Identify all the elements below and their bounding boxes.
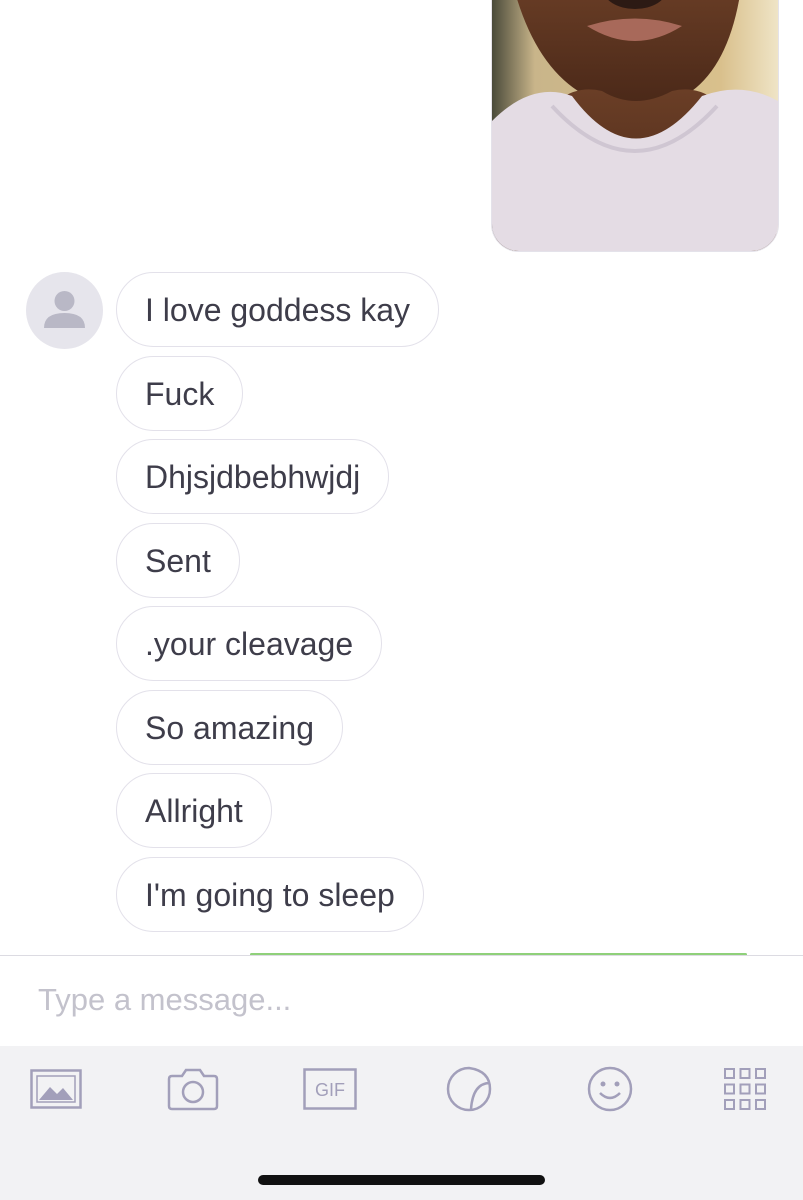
message-bubble[interactable]: .your cleavage: [116, 606, 383, 681]
chat-area: I love goddess kay Fuck Dhjsjdbebhwjdj S…: [0, 0, 803, 955]
photo-library-icon: [30, 1069, 82, 1109]
message-bubble[interactable]: Fuck: [116, 356, 244, 431]
sticker-icon: [446, 1066, 492, 1112]
emoji-button[interactable]: [578, 1064, 642, 1114]
emoji-icon: [587, 1066, 633, 1112]
message-bubble[interactable]: I'm going to sleep: [116, 857, 424, 932]
home-indicator[interactable]: [258, 1175, 545, 1185]
message-input[interactable]: [36, 974, 760, 1026]
camera-icon: [167, 1068, 219, 1111]
more-apps-button[interactable]: [713, 1064, 777, 1114]
apps-grid-icon: [724, 1068, 766, 1110]
sent-photo[interactable]: [491, 0, 779, 252]
message-bubble[interactable]: Dhjsjdbebhwjdj: [116, 439, 390, 514]
sticker-button[interactable]: [437, 1064, 501, 1114]
message-bubble[interactable]: So amazing: [116, 690, 343, 765]
message-bubble[interactable]: I love goddess kay: [116, 272, 440, 347]
message-bubble[interactable]: Sent: [116, 523, 240, 598]
gif-label: GIF: [315, 1080, 345, 1100]
gif-icon: GIF: [303, 1068, 357, 1110]
gif-button[interactable]: GIF: [298, 1064, 362, 1114]
camera-button[interactable]: [161, 1064, 225, 1114]
message-bubble[interactable]: Allright: [116, 773, 272, 848]
person-icon: [44, 291, 85, 328]
message-composer: [0, 955, 803, 1046]
contact-avatar[interactable]: [26, 272, 103, 349]
photo-library-button[interactable]: [24, 1064, 88, 1114]
